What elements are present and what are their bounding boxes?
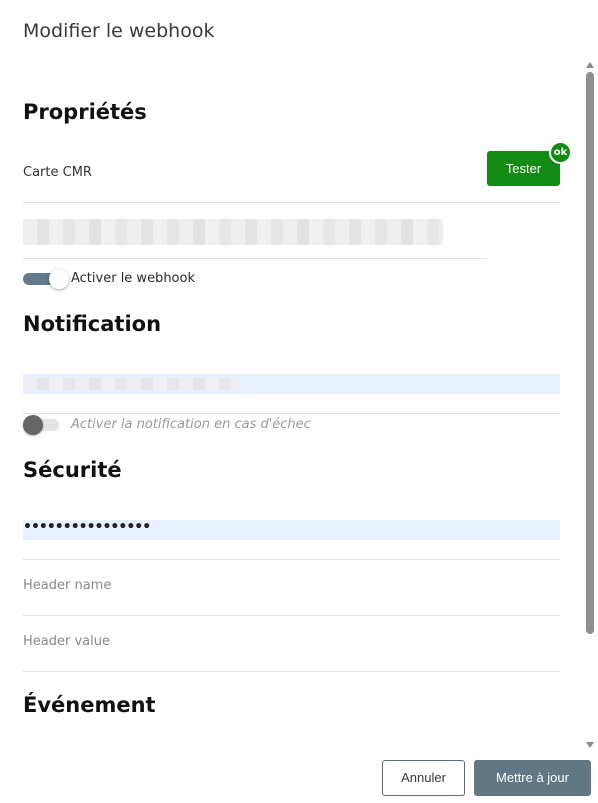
section-title-notification: Notification (23, 312, 162, 336)
header-value-input[interactable]: Header value (23, 634, 110, 649)
divider (23, 559, 560, 560)
divider (23, 615, 560, 616)
content-scrollbar[interactable] (585, 60, 595, 750)
toggle-knob (49, 269, 69, 289)
dialog-title: Modifier le webhook (23, 20, 215, 42)
failure-notification-toggle[interactable] (23, 415, 69, 435)
divider (23, 413, 560, 414)
webhook-name-field[interactable]: Carte CMR (23, 165, 92, 180)
test-ok-badge: ok (549, 141, 572, 164)
enable-webhook-toggle[interactable] (23, 269, 69, 289)
update-button[interactable]: Mettre à jour (474, 760, 591, 796)
section-title-security: Sécurité (23, 458, 122, 482)
divider (23, 202, 560, 203)
edit-webhook-dialog: Modifier le webhook Propriétés Carte CMR… (0, 0, 598, 803)
notification-email-field[interactable] (23, 374, 560, 394)
cancel-button[interactable]: Annuler (382, 760, 465, 796)
scroll-thumb[interactable] (586, 72, 594, 634)
redacted-email (23, 378, 239, 390)
password-value: •••••••••••••••• (23, 519, 151, 535)
section-title-properties: Propriétés (23, 100, 147, 124)
header-name-input[interactable]: Header name (23, 578, 111, 593)
enable-webhook-label: Activer le webhook (71, 271, 195, 286)
webhook-url-field[interactable] (23, 219, 443, 245)
toggle-knob (23, 415, 43, 435)
divider (23, 258, 487, 259)
scroll-up-arrow-icon[interactable] (586, 62, 594, 68)
divider (23, 671, 560, 672)
failure-notification-label: Activer la notification en cas d'échec (71, 417, 311, 432)
section-title-event: Événement (23, 693, 156, 717)
scroll-down-arrow-icon[interactable] (586, 742, 594, 748)
